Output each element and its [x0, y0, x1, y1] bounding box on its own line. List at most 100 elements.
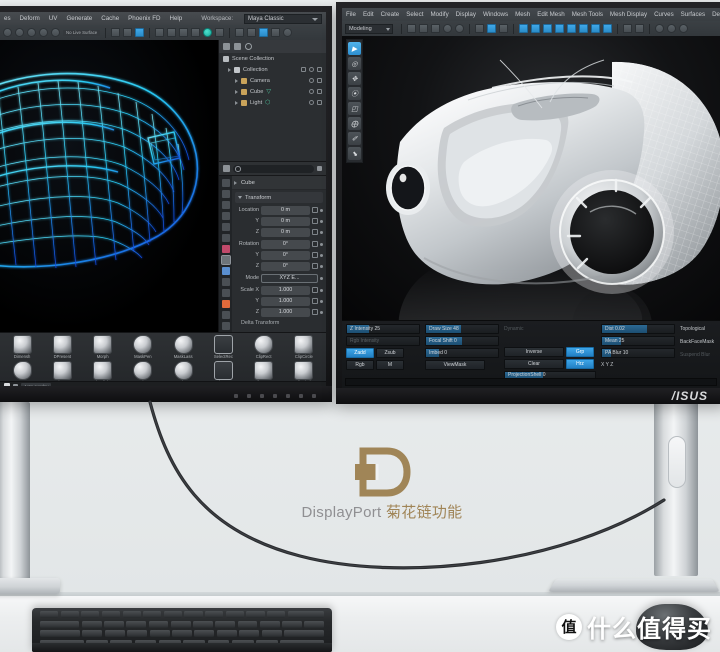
animate-icon[interactable]: [312, 229, 318, 235]
disclosure-triangle-icon[interactable]: [235, 100, 238, 105]
osd-button-icon[interactable]: [286, 394, 290, 398]
transform-row-rotation-y[interactable]: Y 0°: [235, 250, 323, 260]
brush-item[interactable]: ClipRect: [245, 335, 283, 360]
osd-button-icon[interactable]: [247, 394, 251, 398]
animate-icon[interactable]: [312, 241, 318, 247]
select-tool-icon[interactable]: ▶: [348, 42, 361, 55]
brush-item[interactable]: SelectRec: [204, 335, 242, 360]
animate-icon[interactable]: [312, 287, 318, 293]
redo-icon[interactable]: [15, 28, 24, 37]
eye-icon[interactable]: [309, 67, 314, 72]
left-side-panel[interactable]: Scene Collection Collection Camera Cube …: [218, 40, 326, 332]
menu-item-edit-mesh[interactable]: Edit Mesh: [537, 11, 565, 18]
open-scene-icon[interactable]: [419, 24, 428, 33]
properties-tab-rail[interactable]: [219, 176, 232, 332]
options-icon[interactable]: [317, 166, 322, 171]
eye-icon[interactable]: [309, 100, 314, 105]
tool-settings-icon[interactable]: [271, 28, 281, 37]
brush-item[interactable]: Morph: [84, 335, 122, 360]
field-value[interactable]: 1.000: [261, 285, 310, 295]
menu-item-mesh[interactable]: Mesh: [515, 11, 530, 18]
animate-icon[interactable]: [312, 218, 318, 224]
animate-icon[interactable]: [312, 263, 318, 269]
snap-projected-icon[interactable]: [555, 24, 564, 33]
rgb-button[interactable]: Rgb: [346, 360, 374, 370]
snap-point-icon[interactable]: [543, 24, 552, 33]
brush-shelf[interactable]: Dimensh DPresent Morph MaskPen MaskLass: [0, 332, 326, 390]
tab-texture[interactable]: [221, 322, 230, 330]
tab-view-layer[interactable]: [221, 212, 230, 220]
menu-item-select[interactable]: Select: [406, 11, 423, 18]
osd-button-icon[interactable]: [234, 394, 238, 398]
decorate-icon[interactable]: [320, 242, 323, 246]
tab-modifiers[interactable]: [221, 267, 230, 275]
eye-icon[interactable]: [309, 78, 314, 83]
render-region-icon[interactable]: [111, 28, 121, 37]
draw-size-slider[interactable]: Draw Size 48: [425, 324, 499, 334]
right-monitor-screen[interactable]: File Edit Create Select Modify Display W…: [342, 8, 720, 388]
field-value[interactable]: 0 m: [261, 216, 310, 226]
outliner-row-scene-collection[interactable]: Scene Collection: [219, 53, 326, 64]
eye-icon[interactable]: [309, 89, 314, 94]
pause-icon[interactable]: [215, 28, 225, 37]
power-button-icon[interactable]: [312, 394, 316, 398]
z-intensity-slider[interactable]: Z Intensity 25: [346, 324, 420, 334]
disclosure-triangle-icon[interactable]: [235, 78, 238, 83]
last-tool-icon[interactable]: ⬊: [348, 147, 361, 160]
rotate-tool-icon[interactable]: ⦿: [348, 87, 361, 100]
layout-two-icon[interactable]: [167, 28, 177, 37]
hypershade-icon[interactable]: [235, 28, 245, 37]
rotation-mode-select[interactable]: XYZ E...: [261, 273, 318, 283]
mean-slider[interactable]: Mean 25: [601, 336, 675, 346]
menu-item-phoenix-fd[interactable]: Phoenix FD: [128, 15, 160, 22]
camera-icon[interactable]: [317, 89, 322, 94]
attribute-editor-icon[interactable]: [259, 28, 269, 37]
osd-button-icon[interactable]: [299, 394, 303, 398]
transform-row-location-z[interactable]: Z 0 m: [235, 227, 323, 237]
menu-item-cache[interactable]: Cache: [101, 15, 119, 22]
clear-button[interactable]: Clear: [504, 358, 564, 369]
focal-shift-slider[interactable]: Focal Shift 0: [425, 336, 499, 346]
decorate-icon[interactable]: [320, 276, 323, 280]
menu-item-create[interactable]: Create: [381, 11, 400, 18]
camera-icon[interactable]: [317, 67, 322, 72]
brush-item[interactable]: MaskPen: [124, 335, 162, 360]
field-value[interactable]: 0°: [261, 250, 310, 260]
field-value[interactable]: 0°: [261, 261, 310, 271]
rgb-intensity-slider[interactable]: Rgb Intensity: [346, 336, 420, 346]
select-by-component-icon[interactable]: [499, 24, 508, 33]
keyboard-row[interactable]: [40, 611, 324, 618]
editor-type-icon[interactable]: [223, 43, 230, 50]
osd-button-icon[interactable]: [260, 394, 264, 398]
tab-render[interactable]: [221, 190, 230, 198]
decorate-icon[interactable]: [320, 299, 323, 303]
disclosure-triangle-icon[interactable]: [228, 67, 231, 72]
filter-icon[interactable]: [234, 43, 241, 50]
universal-manipulator-icon[interactable]: ⨁: [348, 117, 361, 130]
animate-icon[interactable]: [312, 298, 318, 304]
transform-row-mode[interactable]: Mode XYZ E...: [235, 273, 323, 283]
right-app-toolbar[interactable]: Modeling: [342, 21, 720, 36]
delta-transform-header[interactable]: Delta Transform: [235, 318, 323, 326]
visibility-toggles[interactable]: [309, 78, 326, 83]
topological-label[interactable]: Topological: [680, 324, 714, 334]
snap-uv-icon[interactable]: [591, 24, 600, 33]
tab-collection[interactable]: [221, 245, 230, 253]
reset-view-icon[interactable]: [679, 24, 688, 33]
zsub-button[interactable]: Zsub: [376, 348, 404, 358]
menu-item-modify[interactable]: Modify: [430, 11, 448, 18]
left-app-menubar[interactable]: es Deform UV Generate Cache Phoenix FD H…: [0, 12, 326, 25]
zbrush-column-intensity[interactable]: Z Intensity 25 Rgb Intensity Zadd Zsub R…: [346, 324, 420, 380]
snap-view-icon[interactable]: [51, 28, 60, 37]
move-tool-icon[interactable]: ✥: [348, 72, 361, 85]
transform-panel[interactable]: Transform Location 0 m Y 0 m Z 0 m Rotat…: [232, 190, 326, 332]
snap-grid-icon[interactable]: [519, 24, 528, 33]
animate-icon[interactable]: [312, 207, 318, 213]
snap-curve-icon[interactable]: [27, 28, 36, 37]
decorate-icon[interactable]: [320, 208, 323, 212]
outliner-header[interactable]: [219, 40, 326, 53]
viewmask-button[interactable]: ViewMask: [425, 360, 485, 370]
keyboard-row[interactable]: [40, 620, 325, 628]
lock-icon[interactable]: [623, 24, 632, 33]
disclosure-triangle-icon[interactable]: [235, 89, 238, 94]
